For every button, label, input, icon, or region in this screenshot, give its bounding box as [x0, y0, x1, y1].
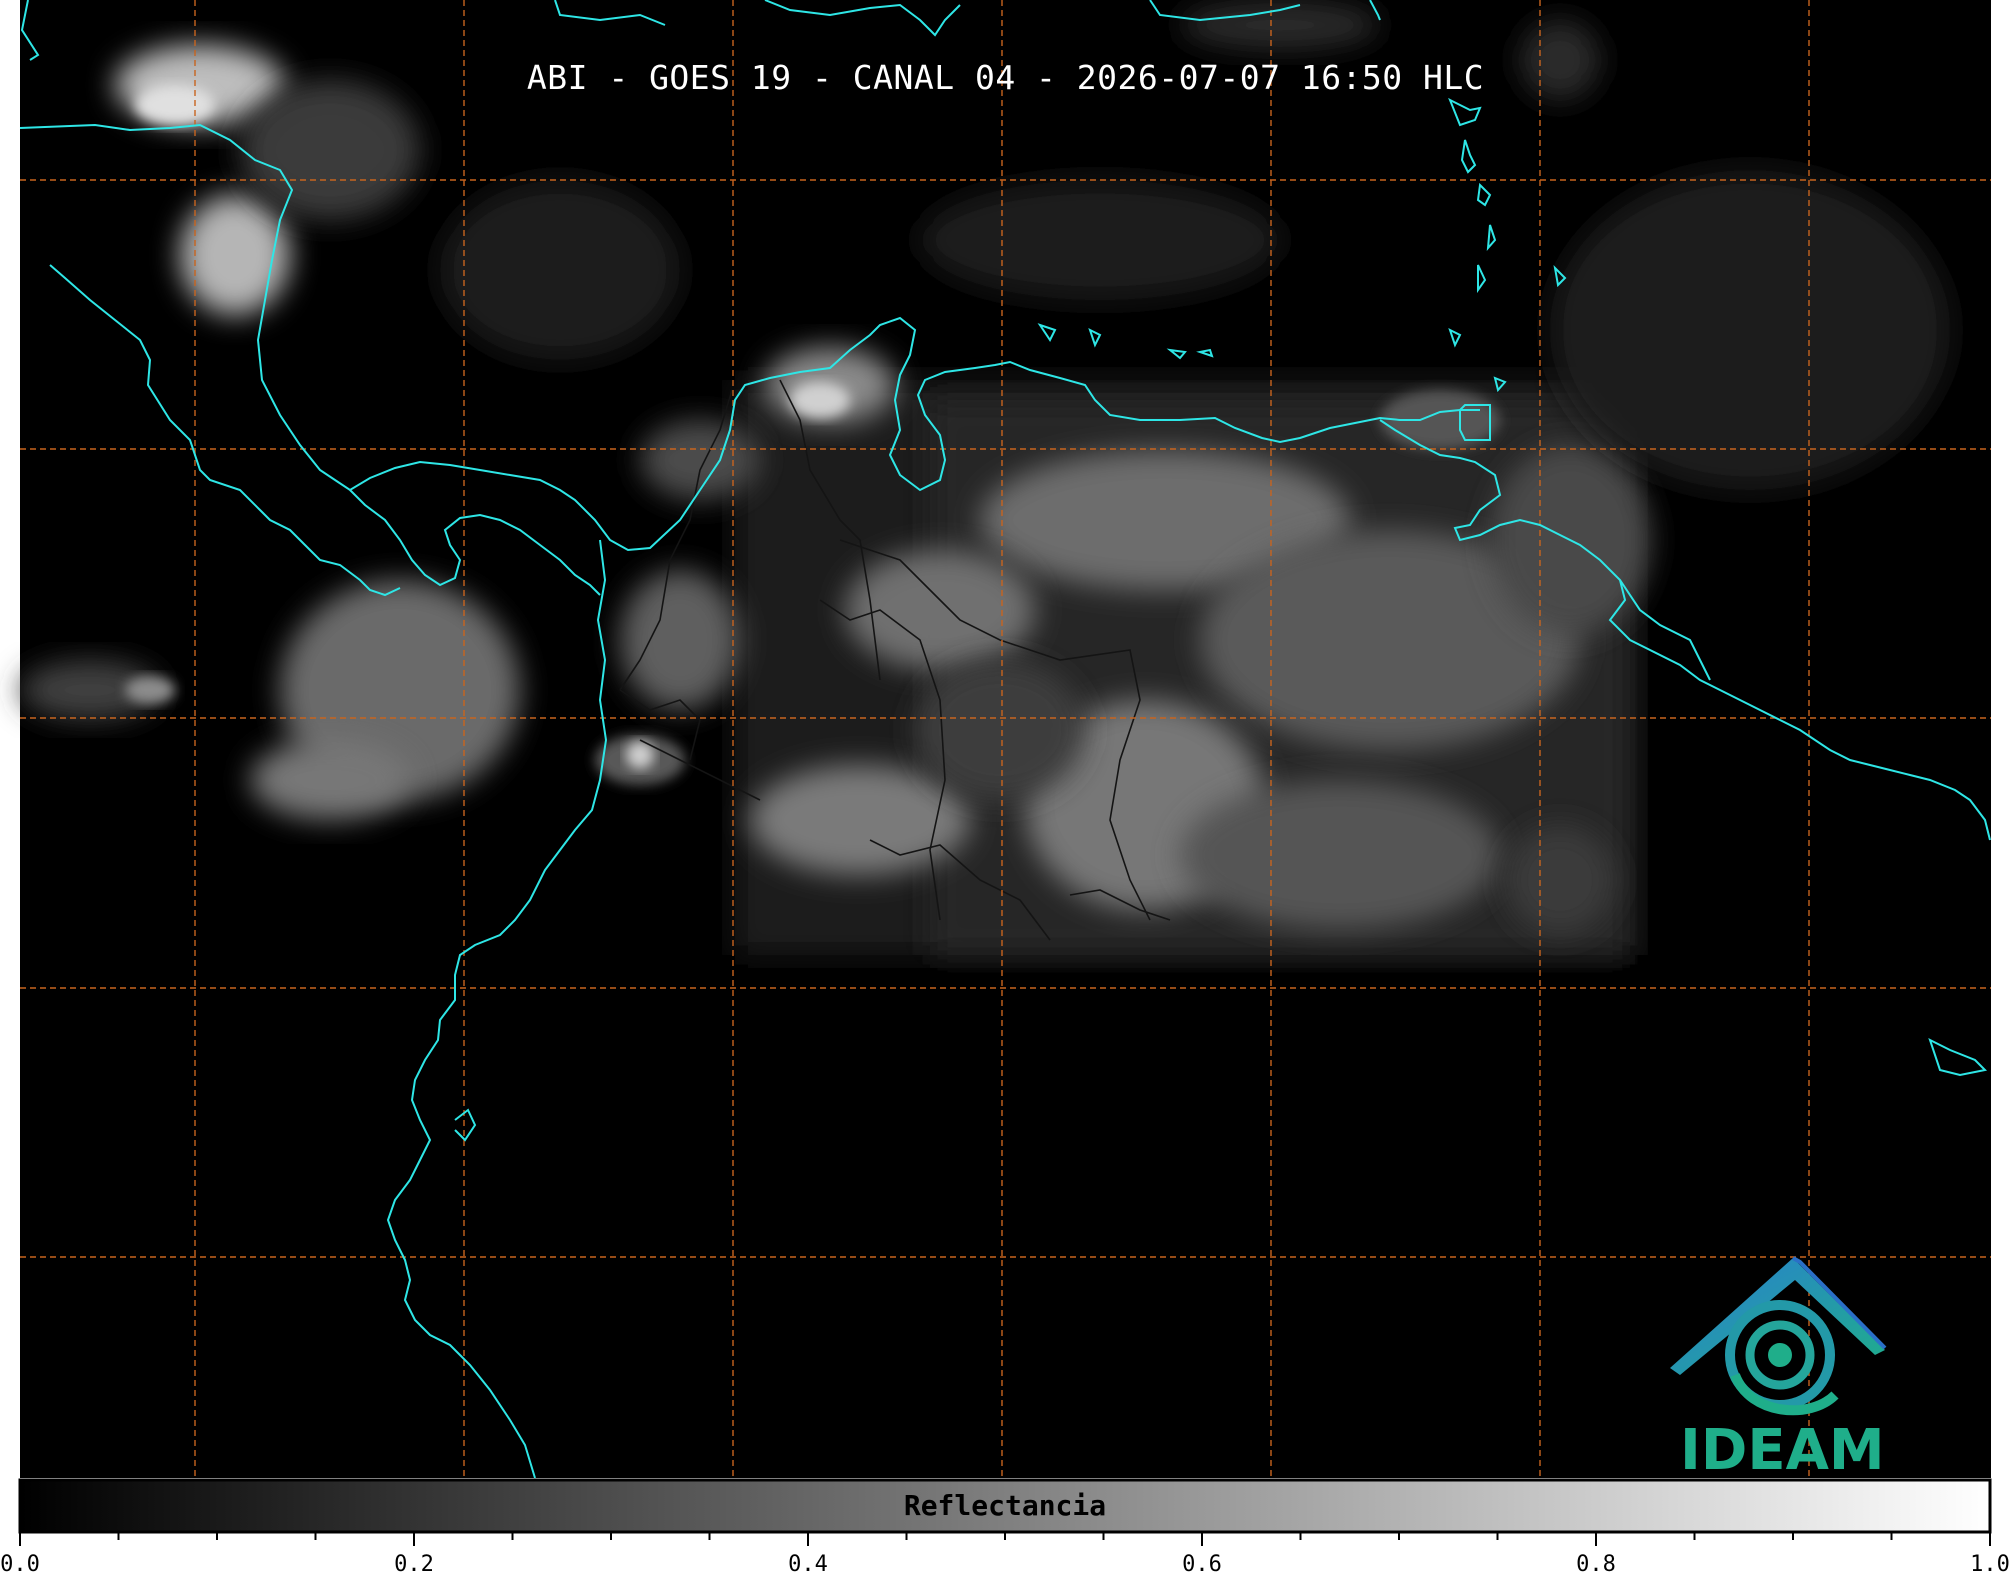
colorbar-tick-label: 0.4 — [788, 1552, 828, 1577]
colorbar-tick-label: 1.0 — [1970, 1552, 2010, 1577]
ideam-logo-text: IDEAM — [1680, 1418, 1885, 1483]
colorbar-tick-label: 0.2 — [394, 1552, 434, 1577]
colorbar-tick-label: 0.6 — [1182, 1552, 1222, 1577]
satellite-map — [18, 0, 1992, 1546]
colorbar-label: Reflectancia — [903, 1489, 1107, 1522]
colorbar-ticks — [19, 1532, 1991, 1546]
satellite-image-page: ABI - GOES 19 - CANAL 04 - 2026-07-07 16… — [0, 0, 2011, 1577]
colorbar-tick-label: 0.8 — [1576, 1552, 1616, 1577]
colorbar-tick-label: 0.0 — [0, 1552, 40, 1577]
image-title: ABI - GOES 19 - CANAL 04 - 2026-07-07 16… — [526, 58, 1485, 97]
